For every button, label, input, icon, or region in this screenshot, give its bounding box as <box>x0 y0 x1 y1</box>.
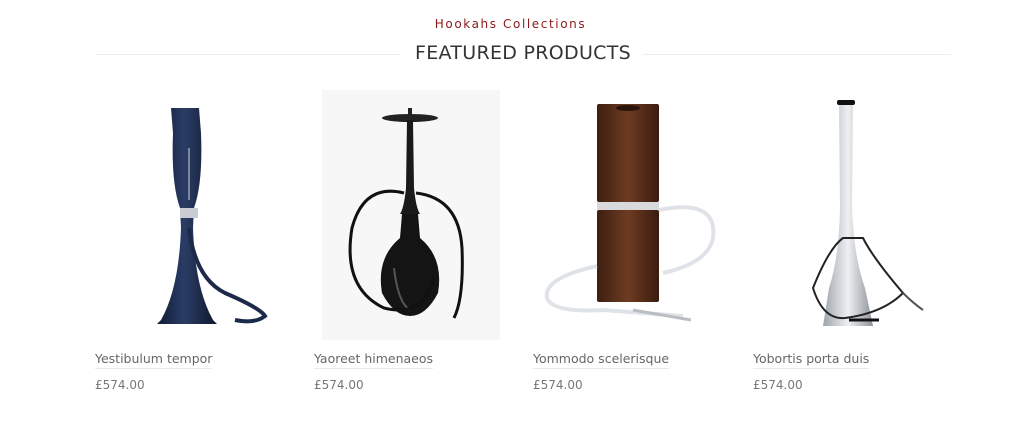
heading-divider-right <box>643 54 951 55</box>
section-title: FEATURED PRODUCTS <box>414 42 632 64</box>
silver-hookah-image[interactable] <box>753 88 943 343</box>
product-price: £574.00 <box>314 378 364 392</box>
product-name[interactable]: Yaoreet himenaeos <box>314 351 434 369</box>
section-heading-row: FEATURED PRODUCTS <box>95 40 951 68</box>
product-name[interactable]: Yestibulum tempor <box>95 351 213 369</box>
product-name[interactable]: Yobortis porta duis <box>753 351 870 369</box>
product-price: £574.00 <box>753 378 803 392</box>
section-subtitle: Hookahs Collections <box>434 17 587 31</box>
black-hookah-image[interactable] <box>314 88 504 343</box>
wooden-hookah-image[interactable] <box>533 88 723 343</box>
navy-hookah-image[interactable] <box>95 88 285 343</box>
product-price: £574.00 <box>95 378 145 392</box>
product-name[interactable]: Yommodo scelerisque <box>533 351 670 369</box>
product-price: £574.00 <box>533 378 583 392</box>
